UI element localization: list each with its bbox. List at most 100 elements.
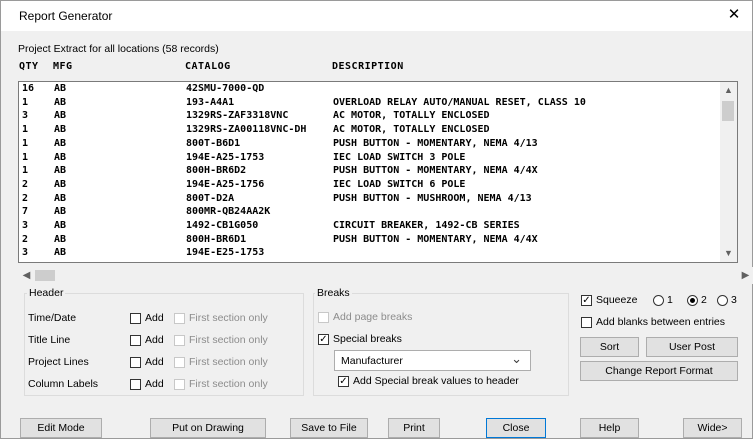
title-line-add-label: Add (145, 334, 164, 346)
list-item[interactable]: 1 AB 1329RS-ZA00118VNC-DH AC MOTOR, TOTALLY… (19, 124, 719, 136)
title-line-add-checkbox[interactable] (130, 335, 141, 346)
list-item[interactable]: 3 AB 1492-CB1G050 CIRCUIT BREAKER, 1492-CB … (19, 220, 719, 232)
list-item[interactable]: 3 AB 194E-E25-1753 (19, 247, 719, 259)
sort-button[interactable]: Sort (580, 337, 639, 357)
header-label-time-date: Time/Date (28, 312, 77, 324)
vertical-scrollbar[interactable]: ▲ ▼ (720, 82, 737, 262)
cell-mfg: AB (54, 151, 67, 163)
cell-catalog: 194E-A25-1756 (186, 178, 265, 190)
list-item[interactable]: 1 AB 800H-BR6D2 PUSH BUTTON - MOMENTARY, NE… (19, 165, 719, 177)
edit-mode-button[interactable]: Edit Mode (20, 418, 102, 438)
cell-description: OVERLOAD RELAY AUTO/MANUAL RESET, CLASS … (333, 96, 586, 108)
cell-qty: 1 (22, 96, 29, 108)
project-lines-first-section-label: First section only (189, 356, 268, 368)
title-line-first-section-label: First section only (189, 334, 268, 346)
cell-catalog: 800MR-QB24AA2K (186, 206, 271, 218)
column-labels-add-label: Add (145, 378, 164, 390)
cell-qty: 1 (22, 165, 29, 177)
title-bar: Report Generator ✕ (1, 1, 752, 31)
scroll-down-icon[interactable]: ▼ (720, 245, 737, 262)
project-lines-add-label: Add (145, 356, 164, 368)
cell-mfg: AB (54, 110, 67, 122)
cell-catalog: 800T-B6D1 (186, 137, 241, 149)
cell-qty: 1 (22, 124, 29, 136)
cell-description: AC MOTOR, TOTALLY ENCLOSED (333, 124, 490, 136)
cell-catalog: 800H-BR6D2 (186, 165, 247, 177)
cell-catalog: 42SMU-7000-QD (186, 83, 265, 94)
cell-mfg: AB (54, 247, 67, 259)
cell-description: PUSH BUTTON - MUSHROOM, NEMA 4/13 (333, 192, 532, 204)
cell-qty: 2 (22, 192, 29, 204)
scroll-left-icon[interactable]: ◀ (18, 267, 35, 284)
chevron-down-icon: ⌄ (511, 351, 522, 366)
time-date-add-label: Add (145, 312, 164, 324)
column-labels-first-section-label: First section only (189, 378, 268, 390)
print-button[interactable]: Print (388, 418, 440, 438)
breaks-group-title: Breaks (315, 287, 352, 299)
cell-mfg: AB (54, 233, 67, 245)
column-header-mfg: MFG (53, 61, 73, 72)
cell-description: IEC LOAD SWITCH 3 POLE (333, 151, 466, 163)
report-list[interactable]: 16 AB 42SMU-7000-QD 1 AB 193-A4A1 OVERLOAD REL… (18, 81, 738, 263)
save-to-file-button[interactable]: Save to File (290, 418, 368, 438)
list-item[interactable]: 2 AB 194E-A25-1756 IEC LOAD SWITCH 6 POLE (19, 179, 719, 191)
cell-catalog: 193-A4A1 (186, 96, 235, 108)
squeeze-radio-3[interactable] (717, 295, 728, 306)
vertical-scroll-thumb[interactable] (722, 101, 734, 121)
list-item[interactable]: 2 AB 800T-D2A PUSH BUTTON - MUSHROOM, NEMA … (19, 193, 719, 205)
add-page-breaks-label: Add page breaks (333, 311, 413, 323)
column-labels-add-checkbox[interactable] (130, 379, 141, 390)
break-field-dropdown[interactable]: Manufacturer ⌄ (334, 350, 531, 371)
list-item[interactable]: 7 AB 800MR-QB24AA2K (19, 206, 719, 218)
scroll-right-icon[interactable]: ▶ (737, 267, 753, 284)
column-labels-first-section-checkbox[interactable] (174, 379, 185, 390)
squeeze-checkbox[interactable]: ✓ (581, 295, 592, 306)
close-button[interactable]: Close (486, 418, 546, 438)
list-item[interactable]: 1 AB 194E-A25-1753 IEC LOAD SWITCH 3 POLE (19, 152, 719, 164)
add-blanks-checkbox[interactable] (581, 317, 592, 328)
cell-qty: 3 (22, 247, 29, 259)
cell-mfg: AB (54, 83, 67, 94)
list-item[interactable]: 1 AB 193-A4A1 OVERLOAD RELAY AUTO/MANUAL RE… (19, 97, 719, 109)
squeeze-radio-1[interactable] (653, 295, 664, 306)
scroll-up-icon[interactable]: ▲ (720, 82, 737, 99)
title-line-first-section-checkbox[interactable] (174, 335, 185, 346)
report-generator-window: Report Generator ✕ Project Extract for a… (0, 0, 753, 439)
squeeze-radio-2-label: 2 (701, 294, 707, 306)
close-window-icon[interactable]: ✕ (720, 4, 748, 28)
list-item[interactable]: 3 AB 1329RS-ZAF3318VNC AC MOTOR, TOTALLY EN… (19, 110, 719, 122)
project-lines-add-checkbox[interactable] (130, 357, 141, 368)
add-special-to-header-checkbox[interactable]: ✓ (338, 376, 349, 387)
help-button[interactable]: Help (580, 418, 639, 438)
cell-catalog: 194E-A25-1753 (186, 151, 265, 163)
time-date-first-section-checkbox[interactable] (174, 313, 185, 324)
cell-mfg: AB (54, 124, 67, 136)
special-breaks-checkbox[interactable]: ✓ (318, 334, 329, 345)
horizontal-scrollbar[interactable]: ◀ ▶ (18, 267, 753, 284)
cell-qty: 1 (22, 151, 29, 163)
user-post-button[interactable]: User Post (646, 337, 738, 357)
list-item[interactable]: 1 AB 800T-B6D1 PUSH BUTTON - MOMENTARY, NEM… (19, 138, 719, 150)
wide-button[interactable]: Wide> (683, 418, 742, 438)
cell-catalog: 1492-CB1G050 (186, 220, 259, 231)
cell-qty: 2 (22, 233, 29, 245)
time-date-add-checkbox[interactable] (130, 313, 141, 324)
time-date-first-section-label: First section only (189, 312, 268, 324)
list-item[interactable]: 2 AB 800H-BR6D1 PUSH BUTTON - MOMENTARY, NE… (19, 234, 719, 246)
cell-description: IEC LOAD SWITCH 6 POLE (333, 178, 466, 190)
squeeze-radio-2[interactable] (687, 295, 698, 306)
add-page-breaks-checkbox[interactable] (318, 312, 329, 323)
change-report-format-button[interactable]: Change Report Format (580, 361, 738, 381)
cell-qty: 7 (22, 206, 29, 218)
cell-qty: 1 (22, 137, 29, 149)
horizontal-scroll-thumb[interactable] (35, 270, 55, 281)
cell-catalog: 1329RS-ZA00118VNC-DH (186, 124, 307, 136)
list-item[interactable]: 16 AB 42SMU-7000-QD (19, 83, 719, 95)
squeeze-label: Squeeze (596, 294, 638, 306)
add-special-to-header-label: Add Special break values to header (353, 375, 519, 387)
cell-mfg: AB (54, 206, 67, 218)
put-on-drawing-button[interactable]: Put on Drawing (150, 418, 266, 438)
project-lines-first-section-checkbox[interactable] (174, 357, 185, 368)
record-summary: Project Extract for all locations (58 re… (18, 43, 219, 55)
cell-description: AC MOTOR, TOTALLY ENCLOSED (333, 110, 490, 122)
